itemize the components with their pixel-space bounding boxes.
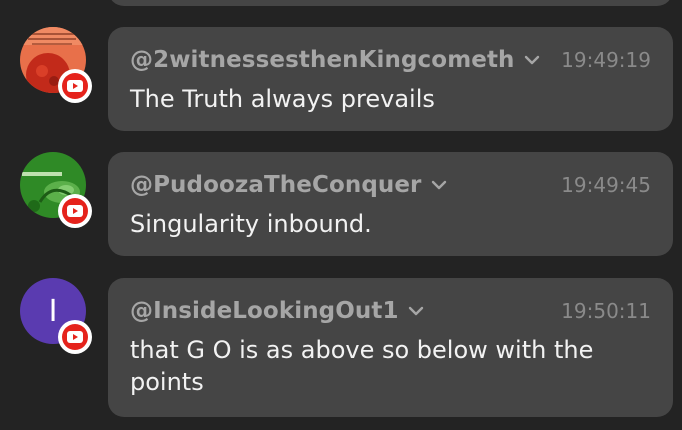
previous-message-bubble	[108, 0, 673, 6]
message-text: The Truth always prevails	[130, 85, 435, 113]
message-text: Singularity inbound.	[130, 210, 372, 238]
message-bubble: @PudoozaTheConquer 19:49:45 Singularity …	[108, 152, 673, 256]
timestamp: 19:49:19	[561, 48, 651, 72]
author-handle[interactable]: @PudoozaTheConquer	[130, 172, 422, 198]
message-meta: @2witnessesthenKingcometh 19:49:19	[130, 43, 651, 77]
message-text: that G O is as above so below with the p…	[130, 336, 594, 396]
message-bubble: @2witnessesthenKingcometh 19:49:19 The T…	[108, 27, 673, 131]
avatar[interactable]	[20, 152, 92, 228]
youtube-icon	[62, 198, 88, 224]
youtube-badge	[58, 320, 92, 354]
avatar[interactable]: I	[20, 278, 92, 354]
youtube-badge	[58, 194, 92, 228]
youtube-icon	[62, 324, 88, 350]
chevron-down-icon[interactable]	[408, 306, 424, 316]
author-handle[interactable]: @2witnessesthenKingcometh	[130, 47, 515, 73]
youtube-icon	[62, 73, 88, 99]
timestamp: 19:50:11	[561, 299, 651, 323]
chat-feed: @2witnessesthenKingcometh 19:49:19 The T…	[0, 0, 682, 430]
youtube-badge	[58, 69, 92, 103]
chevron-down-icon[interactable]	[524, 55, 540, 65]
author-handle[interactable]: @InsideLookingOut1	[130, 298, 399, 324]
message-meta: @InsideLookingOut1 19:50:11	[130, 294, 651, 328]
avatar[interactable]	[20, 27, 92, 103]
message-meta: @PudoozaTheConquer 19:49:45	[130, 168, 651, 202]
chevron-down-icon[interactable]	[431, 180, 447, 190]
timestamp: 19:49:45	[561, 173, 651, 197]
message-bubble: @InsideLookingOut1 19:50:11 that G O is …	[108, 278, 673, 417]
